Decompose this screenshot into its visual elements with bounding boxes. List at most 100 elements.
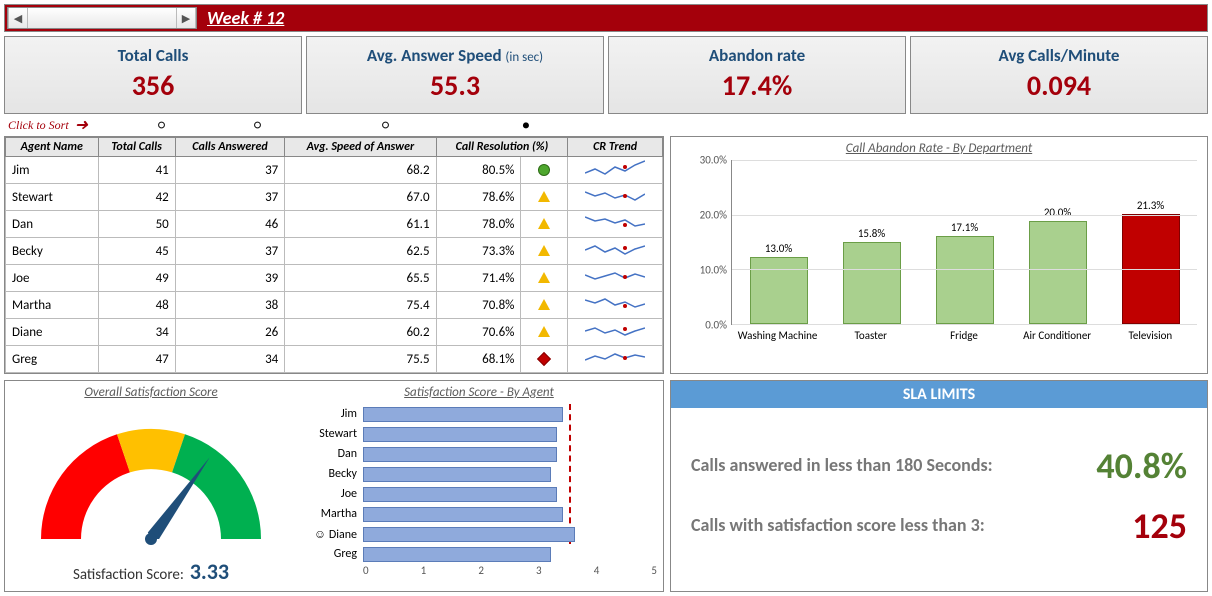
col-avg-speed[interactable]: Avg. Speed of Answer <box>285 138 436 157</box>
kpi-value: 17.4% <box>613 68 901 103</box>
radio-total-calls[interactable]: ○ <box>158 118 165 133</box>
y-tick-label: 30.0% <box>700 154 727 167</box>
radio-avg-speed[interactable]: ○ <box>382 118 389 133</box>
spinner-track[interactable] <box>28 8 176 28</box>
cell-speed: 75.5 <box>285 346 436 373</box>
sparkline-icon <box>585 267 645 285</box>
x-category-label: Toaster <box>826 329 916 342</box>
cell-agent-name: Becky <box>6 238 99 265</box>
bar-track <box>363 487 657 502</box>
spinner-prev[interactable]: ◀ <box>8 8 28 28</box>
cell-total: 47 <box>98 346 175 373</box>
table-row: Greg473475.568.1% <box>6 346 663 373</box>
bar-column <box>843 242 901 324</box>
agent-bar-label: Martha <box>301 507 363 521</box>
abandon-bar: 13.0% <box>749 242 809 324</box>
x-tick-label: 4 <box>594 564 600 577</box>
smiley-icon: ☺ <box>314 528 326 542</box>
col-agent-name[interactable]: Agent Name <box>6 138 99 157</box>
spinner-next[interactable]: ▶ <box>176 8 196 28</box>
cell-indicator <box>521 184 568 211</box>
col-cr-trend[interactable]: CR Trend <box>568 138 663 157</box>
yellow-indicator-icon <box>538 272 550 283</box>
satisfaction-panel: Overall Satisfaction Score Satisfaction … <box>4 380 664 592</box>
bar-value-label: 20.0% <box>1028 206 1088 219</box>
agent-bar-row: Jim <box>301 404 657 424</box>
sla-panel: SLA LIMITS Calls answered in less than 1… <box>670 380 1208 592</box>
cell-agent-name: Stewart <box>6 184 99 211</box>
week-spinner[interactable]: ◀ ▶ <box>7 7 197 29</box>
col-total-calls[interactable]: Total Calls <box>98 138 175 157</box>
bar-column <box>936 236 994 324</box>
sparkline-icon <box>585 159 645 177</box>
agent-bar-label: Joe <box>301 487 363 501</box>
sparkline-icon <box>585 294 645 312</box>
agent-satisfaction-bars: Satisfaction Score - By Agent JimStewart… <box>301 385 657 585</box>
cell-agent-name: Dan <box>6 211 99 238</box>
cell-answered: 38 <box>175 292 285 319</box>
kpi-abandon-rate: Abandon rate 17.4% <box>608 36 906 114</box>
cell-speed: 75.4 <box>285 292 436 319</box>
cell-resolution: 73.3% <box>436 238 521 265</box>
sla-header: SLA LIMITS <box>671 381 1207 408</box>
abandon-plot: 13.0%15.8%17.1%20.0%21.3% <box>731 160 1197 325</box>
cell-speed: 62.5 <box>285 238 436 265</box>
abandon-bar: 21.3% <box>1121 199 1181 324</box>
cell-answered: 39 <box>175 265 285 292</box>
kpi-sub: (in sec) <box>505 50 543 65</box>
kpi-total-calls: Total Calls 356 <box>4 36 302 114</box>
agent-bar-label: Greg <box>301 547 363 561</box>
arrow-right-icon: ➜ <box>75 115 88 135</box>
agent-bar-label: Becky <box>301 467 363 481</box>
cell-answered: 37 <box>175 238 285 265</box>
agent-table-panel: Agent Name Total Calls Calls Answered Av… <box>4 136 664 374</box>
cell-indicator <box>521 157 568 184</box>
table-row: Jim413768.280.5% <box>6 157 663 184</box>
cell-answered: 37 <box>175 184 285 211</box>
table-header-row: Agent Name Total Calls Calls Answered Av… <box>6 138 663 157</box>
bar-column <box>1029 221 1087 324</box>
bar-value-label: 21.3% <box>1121 199 1181 212</box>
cell-total: 45 <box>98 238 175 265</box>
agent-bar-row: Joe <box>301 484 657 504</box>
bar-value-label: 15.8% <box>842 227 902 240</box>
kpi-row: Total Calls 356 Avg. Answer Speed (in se… <box>4 36 1208 114</box>
cell-resolution: 71.4% <box>436 265 521 292</box>
bar-fill <box>363 467 551 482</box>
agent-bar-row: Stewart <box>301 424 657 444</box>
bar-fill <box>363 547 551 562</box>
radio-calls-answered[interactable]: ○ <box>254 118 261 133</box>
bar-fill <box>363 427 557 442</box>
sparkline-icon <box>585 321 645 339</box>
cell-resolution: 78.0% <box>436 211 521 238</box>
cell-indicator <box>521 319 568 346</box>
table-row: Martha483875.470.8% <box>6 292 663 319</box>
radio-call-resolution[interactable]: ● <box>522 118 530 133</box>
gauge-chart <box>21 404 281 554</box>
agent-bar-label: Stewart <box>301 427 363 441</box>
col-calls-answered[interactable]: Calls Answered <box>175 138 285 157</box>
cell-answered: 37 <box>175 157 285 184</box>
cell-indicator <box>521 238 568 265</box>
cell-total: 34 <box>98 319 175 346</box>
cell-agent-name: Joe <box>6 265 99 292</box>
gauge-score-label: Satisfaction Score: <box>73 566 184 584</box>
sla-row1-value: 40.8% <box>1096 444 1187 488</box>
cell-trend <box>568 292 663 319</box>
agent-bar-label: ☺ Diane <box>301 527 363 542</box>
agent-bar-row: Becky <box>301 464 657 484</box>
col-call-resolution[interactable]: Call Resolution (%) <box>436 138 568 157</box>
abandon-bar: 20.0% <box>1028 206 1088 324</box>
red-indicator-icon <box>537 352 551 366</box>
cell-agent-name: Greg <box>6 346 99 373</box>
header-bar: ◀ ▶ Week # 12 <box>4 4 1208 32</box>
cell-indicator <box>521 211 568 238</box>
table-row: Stewart423767.078.6% <box>6 184 663 211</box>
kpi-avg-answer-speed: Avg. Answer Speed (in sec) 55.3 <box>306 36 604 114</box>
bar-track <box>363 447 657 462</box>
sparkline-icon <box>585 240 645 258</box>
cell-total: 48 <box>98 292 175 319</box>
cell-speed: 67.0 <box>285 184 436 211</box>
cell-indicator <box>521 346 568 373</box>
bar-value-label: 13.0% <box>749 242 809 255</box>
